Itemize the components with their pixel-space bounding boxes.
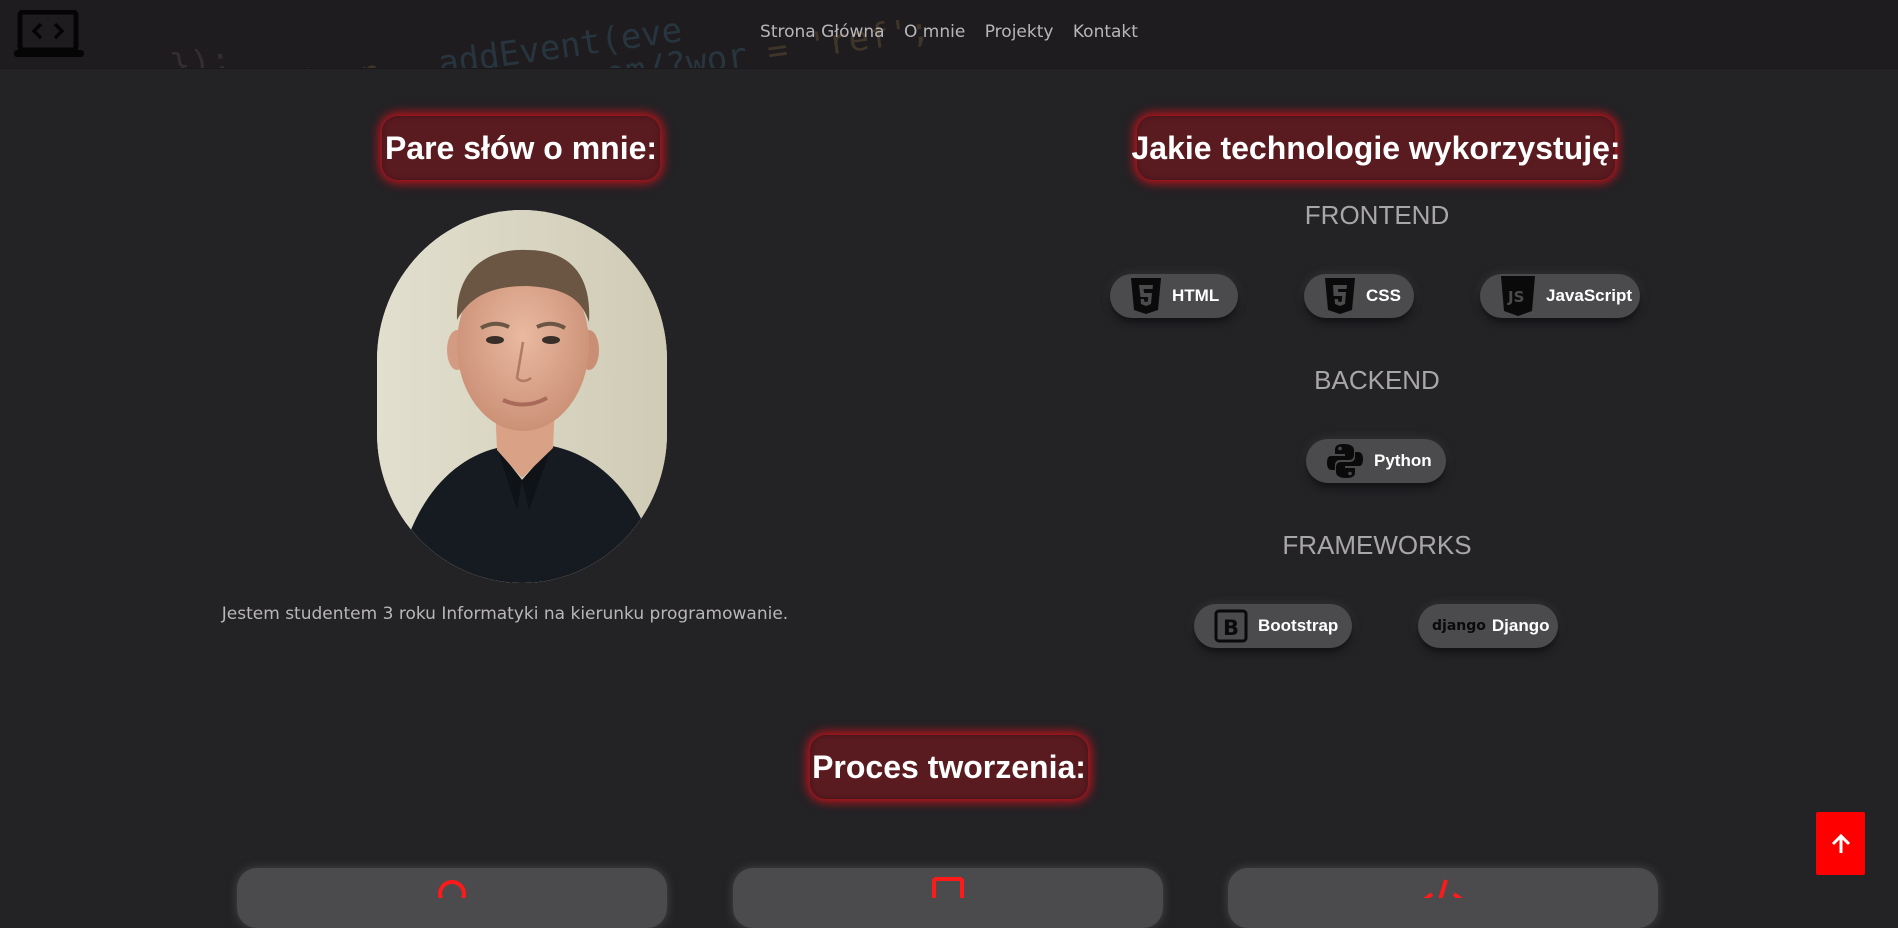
svg-text:JS: JS bbox=[1507, 288, 1524, 306]
scroll-to-top-button[interactable] bbox=[1816, 812, 1865, 875]
code-icon bbox=[1422, 879, 1464, 902]
portrait-photo bbox=[377, 210, 667, 583]
process-card-1 bbox=[237, 868, 667, 928]
tech-title: Jakie technologie wykorzystuję: bbox=[1131, 116, 1621, 180]
chip-css: CSS bbox=[1304, 274, 1414, 318]
nav-link-contact[interactable]: Kontakt bbox=[1073, 22, 1138, 42]
nav-links: Strona Główna O mnie Projekty Kontakt bbox=[0, 22, 1898, 42]
chip-bootstrap: B Bootstrap bbox=[1194, 604, 1352, 648]
navbar: }); for (var addEvent(eve addEvent(ev fe… bbox=[0, 0, 1898, 69]
nav-link-home[interactable]: Strona Główna bbox=[760, 22, 885, 42]
bootstrap-icon: B bbox=[1214, 609, 1248, 643]
frontend-heading: FRONTEND bbox=[1304, 200, 1450, 230]
chip-label: CSS bbox=[1366, 286, 1401, 305]
chip-label: HTML bbox=[1172, 286, 1220, 305]
svg-text:B: B bbox=[1223, 616, 1239, 640]
chip-label: Python bbox=[1374, 451, 1432, 470]
process-card-3 bbox=[1228, 868, 1658, 928]
arrow-up-icon bbox=[1831, 833, 1850, 853]
frameworks-heading: FRAMEWORKS bbox=[1282, 530, 1472, 560]
device-icon bbox=[932, 877, 964, 905]
chip-label: JavaScript bbox=[1546, 286, 1632, 305]
chip-python: Python bbox=[1306, 439, 1446, 483]
process-card-2 bbox=[733, 868, 1163, 928]
process-title: Proces tworzenia: bbox=[810, 735, 1088, 799]
chip-label: Bootstrap bbox=[1258, 616, 1339, 635]
js-icon: JS bbox=[1500, 275, 1536, 317]
nav-link-projects[interactable]: Projekty bbox=[985, 22, 1054, 42]
python-icon bbox=[1326, 442, 1364, 480]
chip-javascript: JS JavaScript bbox=[1480, 274, 1640, 318]
chip-html: HTML bbox=[1110, 274, 1238, 318]
backend-heading: BACKEND bbox=[1314, 365, 1440, 395]
css3-icon bbox=[1324, 277, 1356, 315]
chip-django: django Django bbox=[1418, 604, 1558, 648]
nav-link-about[interactable]: O mnie bbox=[904, 22, 965, 42]
about-title: Pare słów o mnie: bbox=[382, 116, 660, 180]
django-icon: django bbox=[1432, 618, 1486, 634]
about-description: Jestem studentem 3 roku Informatyki na k… bbox=[221, 604, 789, 624]
html5-icon bbox=[1130, 277, 1162, 315]
person-icon bbox=[438, 880, 466, 908]
chip-label: Django bbox=[1491, 616, 1550, 635]
